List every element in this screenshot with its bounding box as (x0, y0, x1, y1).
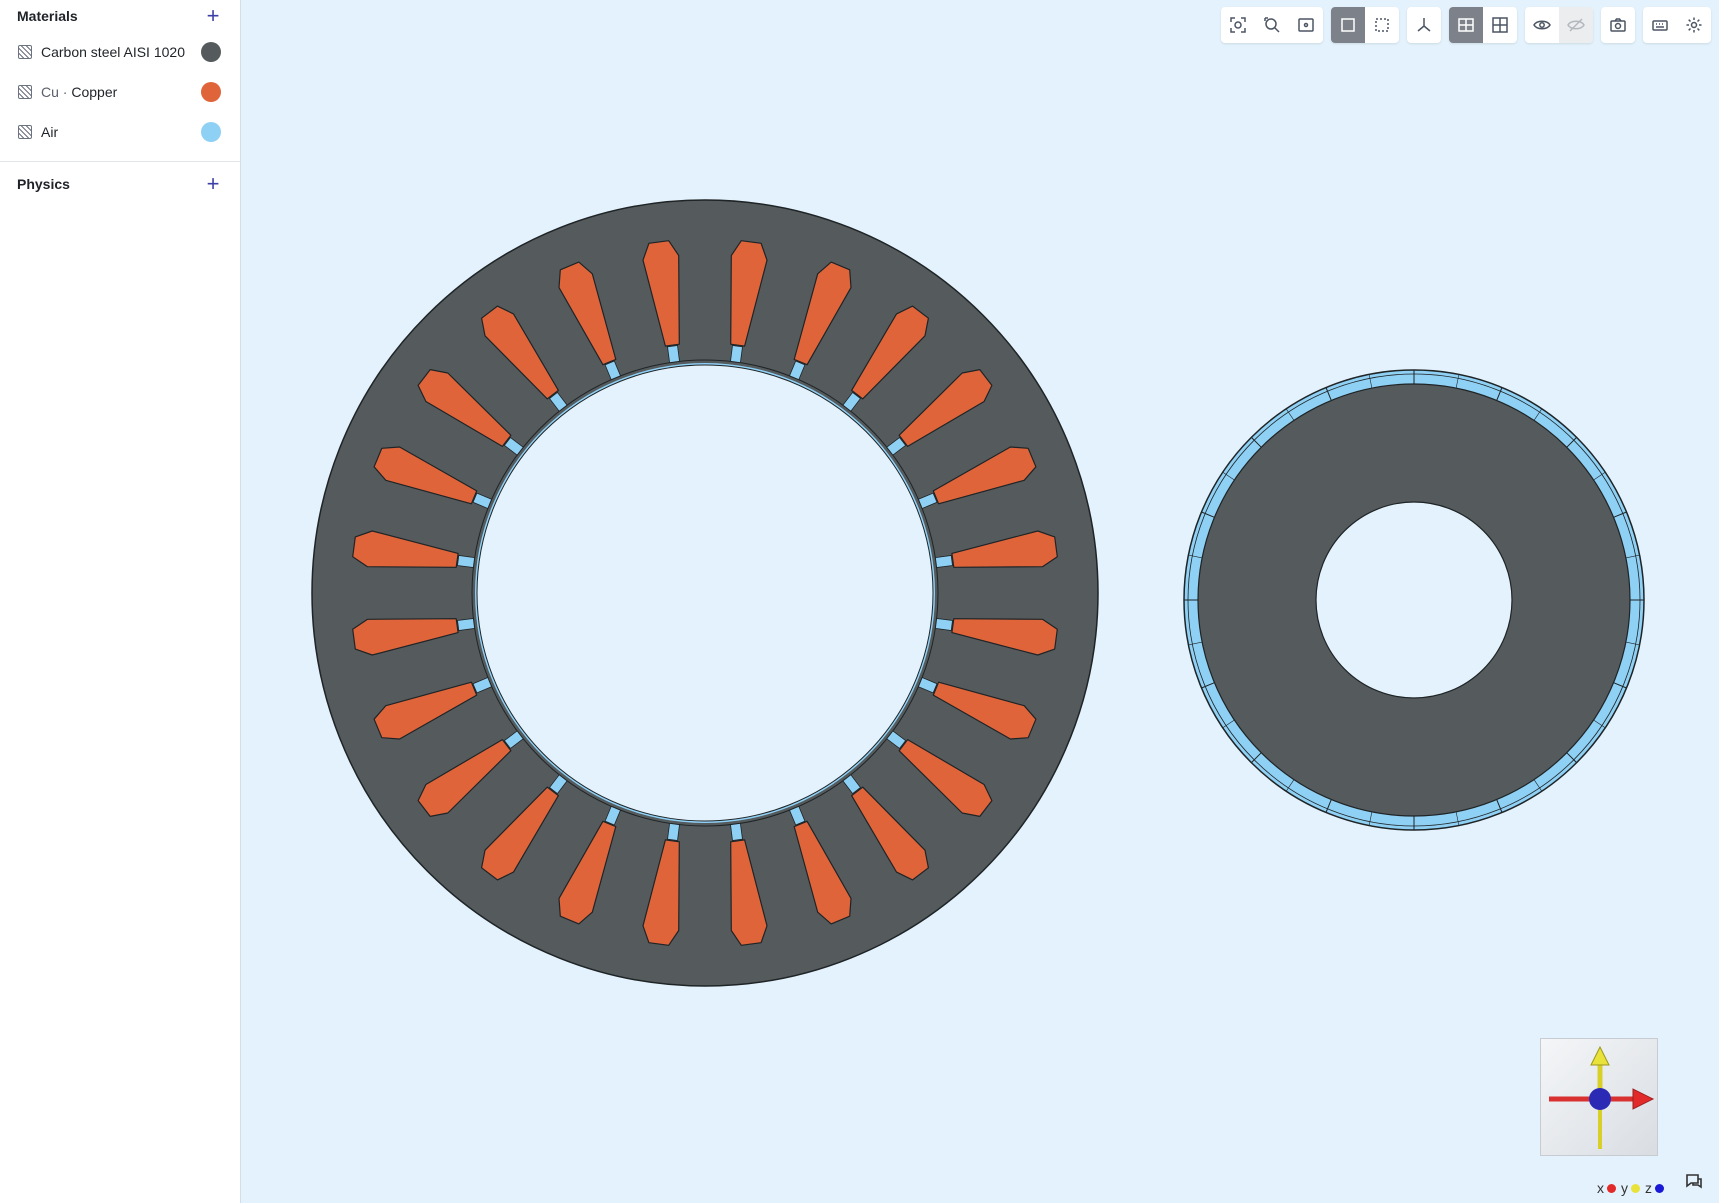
hide-icon (1567, 18, 1585, 32)
wireframe-view-icon (1375, 18, 1389, 32)
grid-view-button[interactable] (1483, 7, 1517, 43)
slot-opening[interactable] (457, 555, 476, 568)
materials-list: Carbon steel AISI 1020 Cu · Copper Air (0, 32, 240, 152)
slot-opening[interactable] (667, 822, 680, 841)
material-item-carbon-steel[interactable]: Carbon steel AISI 1020 (0, 32, 240, 72)
viewport-toolbar (1221, 7, 1719, 43)
axes-group (1407, 7, 1441, 43)
solid-view-icon (1341, 18, 1355, 32)
material-name: Carbon steel AISI 1020 (41, 44, 185, 60)
add-material-button[interactable]: + (202, 5, 224, 27)
add-physics-button[interactable]: + (202, 173, 224, 195)
materials-header: Materials + (0, 0, 240, 32)
screenshot-icon (1610, 18, 1626, 32)
hatch-icon (18, 85, 32, 99)
slot-opening[interactable] (457, 618, 476, 631)
section-view-button[interactable] (1449, 7, 1483, 43)
rotor-shaft-hole[interactable] (1315, 501, 1513, 699)
slot-opening[interactable] (667, 345, 680, 364)
material-name: Air (41, 124, 59, 140)
screenshot-button[interactable] (1601, 7, 1635, 43)
settings-button[interactable] (1677, 7, 1711, 43)
wireframe-view-button[interactable] (1365, 7, 1399, 43)
zoom-to-fit-button[interactable] (1255, 7, 1289, 43)
screenshot-group (1601, 7, 1635, 43)
axis-legend: x y z (1597, 1180, 1667, 1196)
material-color-swatch[interactable] (201, 82, 221, 102)
material-color-swatch[interactable] (201, 122, 221, 142)
z-axis-label: z (1645, 1180, 1652, 1196)
material-item-air[interactable]: Air (0, 112, 240, 152)
keyboard-icon (1652, 20, 1668, 31)
view-layout-group (1449, 7, 1517, 43)
orientation-triad[interactable] (1540, 1038, 1658, 1156)
axes-triad-icon (1549, 1045, 1655, 1149)
misc-group (1643, 7, 1711, 43)
material-item-copper[interactable]: Cu · Copper (0, 72, 240, 112)
z-axis-dot (1655, 1183, 1664, 1193)
hide-button[interactable] (1559, 7, 1593, 43)
materials-title: Materials (17, 8, 78, 24)
slot-opening[interactable] (934, 555, 953, 568)
hatch-icon (18, 125, 32, 139)
stator[interactable] (311, 199, 1099, 987)
section-view-icon (1458, 18, 1474, 32)
axes-icon (1417, 18, 1431, 32)
sidebar-divider (0, 161, 240, 162)
show-icon (1533, 20, 1551, 30)
materials-sidebar: Materials + Carbon steel AISI 1020 Cu · … (0, 0, 241, 1203)
display-mode-group (1331, 7, 1399, 43)
hatch-icon (18, 45, 32, 59)
zoom-window-button[interactable] (1289, 7, 1323, 43)
keyboard-button[interactable] (1643, 7, 1677, 43)
slot-opening[interactable] (730, 345, 743, 364)
visibility-group (1525, 7, 1593, 43)
solid-view-button[interactable] (1331, 7, 1365, 43)
gear-icon (1686, 17, 1702, 33)
material-color-swatch[interactable] (201, 42, 221, 62)
zoom-group (1221, 7, 1323, 43)
x-axis-label: x (1597, 1180, 1604, 1196)
slot-opening[interactable] (934, 618, 953, 631)
axes-button[interactable] (1407, 7, 1441, 43)
zoom-to-fit-icon (1264, 17, 1280, 33)
physics-header: Physics + (0, 168, 240, 200)
grid-view-icon (1492, 17, 1508, 33)
show-button[interactable] (1525, 7, 1559, 43)
stator-bore[interactable] (476, 364, 934, 822)
zoom-window-icon (1298, 18, 1314, 32)
y-axis-dot (1631, 1183, 1640, 1193)
rotor[interactable] (1183, 369, 1645, 831)
geometry-canvas[interactable] (241, 0, 1719, 1203)
chat-icon[interactable] (1684, 1172, 1704, 1192)
zoom-to-selection-icon (1230, 17, 1246, 33)
slot-opening[interactable] (730, 822, 743, 841)
x-axis-dot (1607, 1183, 1616, 1193)
material-name: Cu · Copper (41, 84, 118, 100)
physics-title: Physics (17, 176, 70, 192)
zoom-to-selection-button[interactable] (1221, 7, 1255, 43)
y-axis-label: y (1621, 1180, 1628, 1196)
3d-viewport[interactable] (241, 0, 1719, 1203)
